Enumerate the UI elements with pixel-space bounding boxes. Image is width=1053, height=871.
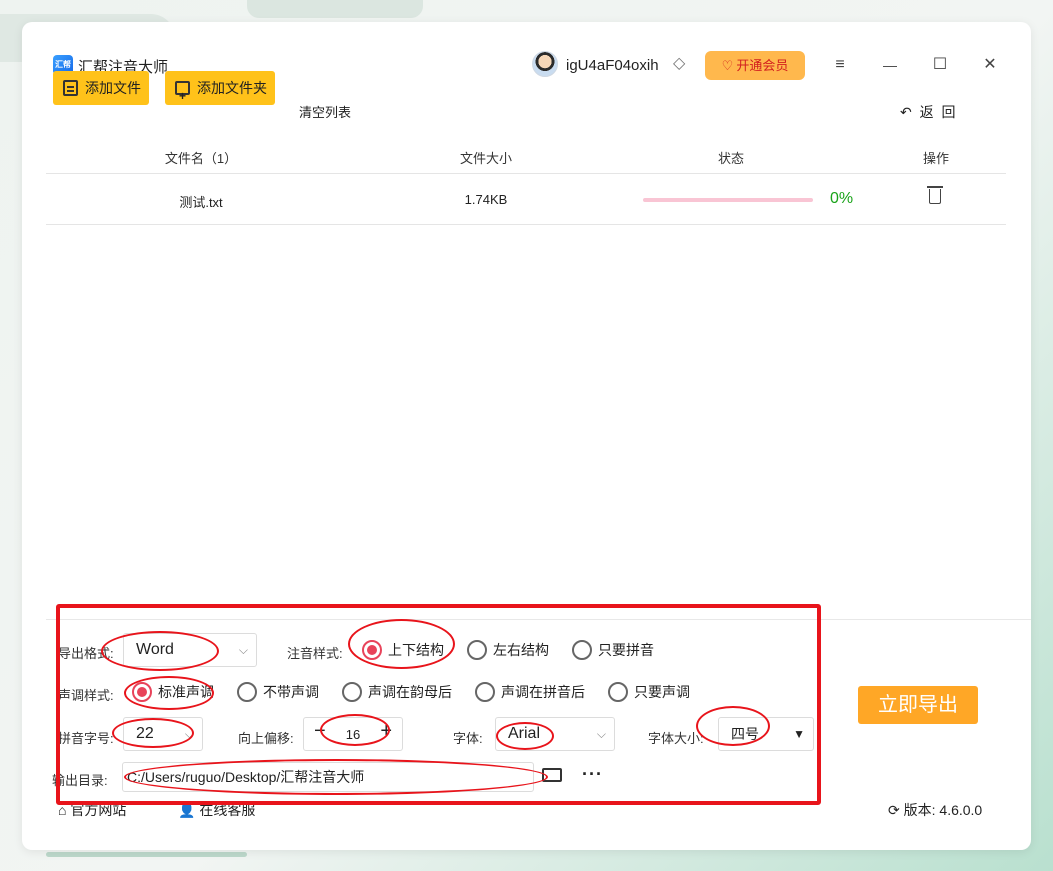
refresh-icon: ⟳	[888, 802, 900, 818]
annotation-ellipse	[112, 718, 194, 748]
back-label: 返 回	[919, 104, 958, 120]
add-folder-button[interactable]: 添加文件夹	[165, 71, 275, 113]
background-shape	[247, 0, 423, 18]
clear-list-button[interactable]: 清空列表	[299, 102, 351, 121]
annotation-ellipse	[124, 676, 214, 710]
column-header-filename: 文件名（1）	[164, 151, 238, 166]
add-file-label: 添加文件	[85, 80, 141, 96]
version-info[interactable]: ⟳ 版本: 4.6.0.0	[888, 800, 982, 820]
heart-icon: ♡	[721, 58, 734, 73]
background-shape	[46, 852, 247, 857]
title-bar: 汇帮 汇帮注音大师 igU4aF04oxih ◇ ♡ 开通会员 ≡ — ☐ ✕	[22, 22, 1031, 80]
add-folder-label: 添加文件夹	[197, 80, 267, 96]
vip-button-label: 开通会员	[736, 58, 789, 73]
version-number: 4.6.0.0	[939, 802, 983, 818]
add-file-button[interactable]: 添加文件	[53, 71, 149, 105]
column-header-filesize: 文件大小	[459, 151, 512, 166]
back-button[interactable]: ↶ 返 回	[900, 102, 958, 122]
user-avatar[interactable]	[532, 51, 558, 77]
annotation-ellipse	[496, 722, 554, 750]
progress-percent: 0%	[830, 190, 854, 207]
close-button[interactable]: ✕	[975, 52, 1005, 78]
column-header-status: 状态	[717, 151, 744, 166]
export-now-button[interactable]: 立即导出	[858, 686, 978, 724]
menu-icon[interactable]: ≡	[825, 52, 855, 78]
add-file-icon	[63, 80, 78, 96]
username[interactable]: igU4aF04oxih	[566, 57, 659, 74]
file-table-header: 文件名（1） 文件大小 状态 操作	[46, 140, 1006, 174]
trash-icon[interactable]	[927, 186, 943, 204]
progress-bar	[643, 198, 813, 202]
column-header-action: 操作	[922, 151, 949, 166]
maximize-button[interactable]: ☐	[925, 52, 955, 78]
annotation-ellipse	[320, 714, 390, 746]
undo-icon: ↶	[900, 104, 914, 120]
minimize-button[interactable]: —	[875, 52, 905, 78]
add-folder-icon	[175, 79, 190, 113]
diamond-icon[interactable]: ◇	[673, 53, 685, 73]
annotation-ellipse	[348, 619, 455, 669]
table-row[interactable]: 测试.txt 1.74KB 0%	[46, 174, 1006, 225]
file-size: 1.74KB	[464, 192, 508, 207]
file-name: 测试.txt	[179, 195, 223, 210]
version-label: 版本:	[903, 802, 936, 818]
annotation-ellipse	[696, 706, 770, 746]
vip-button[interactable]: ♡ 开通会员	[705, 51, 805, 80]
annotation-ellipse	[124, 759, 548, 795]
annotation-ellipse	[101, 631, 219, 671]
